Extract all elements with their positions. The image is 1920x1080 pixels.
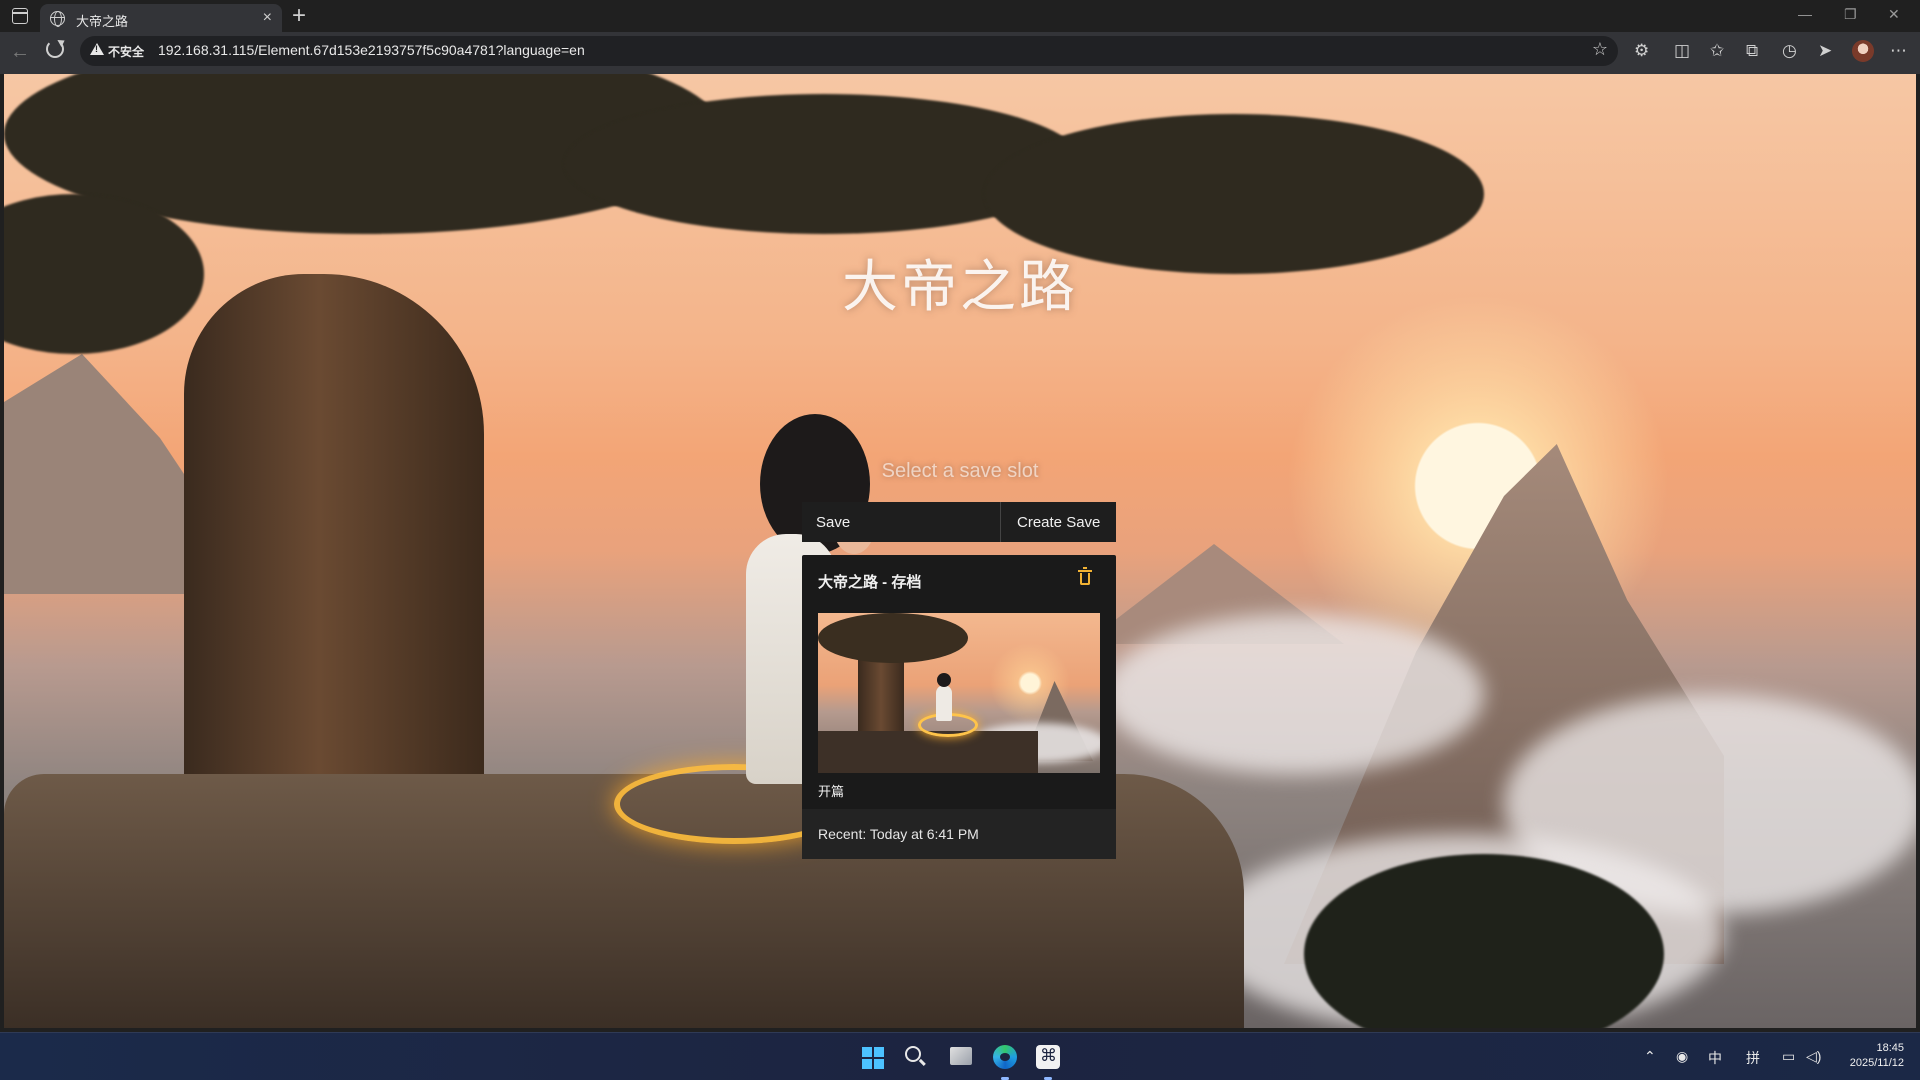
close-window-icon[interactable]: ✕ (1888, 6, 1900, 23)
more-icon[interactable]: ⋯ (1890, 41, 1907, 61)
minimize-icon[interactable]: — (1798, 6, 1812, 22)
game-title: 大帝之路 (4, 242, 1916, 323)
thumbnail-rock (818, 731, 1038, 773)
clock-date: 2025/11/12 (1840, 1056, 1904, 1071)
start-icon[interactable] (862, 1047, 884, 1069)
profile-avatar[interactable] (1852, 40, 1874, 62)
globe-icon (50, 11, 65, 26)
extensions-icon[interactable]: ⚙ (1634, 41, 1649, 61)
thumbnail-character (936, 685, 952, 721)
network-icon[interactable]: ▭ (1782, 1048, 1795, 1065)
clock[interactable]: 18:45 2025/11/12 (1840, 1041, 1904, 1071)
history-icon[interactable]: ◷ (1782, 41, 1797, 61)
browser-toolbar: ← 不安全 192.168.31.115/Element.67d153e2193… (0, 32, 1920, 74)
volume-icon[interactable]: ◁) (1806, 1048, 1821, 1065)
insecure-label[interactable]: 不安全 (108, 43, 144, 60)
clock-time: 18:45 (1840, 1041, 1904, 1056)
save-slot-card[interactable]: 大帝之路 - 存档 开篇 Recent: Today at 6:41 PM (802, 555, 1116, 859)
save-slot-footer: Recent: Today at 6:41 PM (802, 809, 1116, 859)
file-explorer-icon[interactable] (950, 1047, 972, 1065)
trash-icon[interactable] (1080, 573, 1090, 585)
share-icon[interactable]: ➤ (1818, 41, 1832, 61)
select-hint: Select a save slot (4, 460, 1916, 483)
edge-icon[interactable] (993, 1045, 1017, 1069)
create-save-button[interactable]: Create Save (1001, 502, 1116, 542)
reload-icon[interactable] (46, 40, 64, 58)
tab-actions-icon[interactable] (12, 8, 28, 24)
tab-strip: 大帝之路 × + — ❐ ✕ (0, 0, 1920, 32)
favorites-icon[interactable]: ✩ (1710, 41, 1724, 61)
browser-tab[interactable]: 大帝之路 × (40, 4, 282, 32)
thumbnail-canopy (818, 613, 968, 663)
steam-icon[interactable]: ◉ (1676, 1048, 1688, 1065)
ime-mode[interactable]: 拼 (1746, 1048, 1760, 1068)
restore-icon[interactable]: ❐ (1844, 6, 1857, 23)
recent-time: Recent: Today at 6:41 PM (818, 826, 979, 842)
warning-icon (90, 43, 104, 55)
taskbar: ⌃ ◉ 中 拼 ▭ ◁) 18:45 2025/11/12 (0, 1032, 1920, 1080)
save-thumbnail[interactable] (818, 613, 1100, 773)
split-screen-icon[interactable]: ◫ (1674, 41, 1690, 61)
back-icon[interactable]: ← (10, 41, 30, 64)
cloud (1104, 614, 1484, 774)
chapter-label: 开篇 (818, 781, 844, 800)
game-page: 大帝之路 Select a save slot Save Create Save… (4, 74, 1916, 1028)
save-slot-title: 大帝之路 - 存档 (818, 571, 921, 592)
address-bar[interactable]: 不安全 192.168.31.115/Element.67d153e219375… (80, 36, 1618, 66)
save-tabs: Save Create Save (802, 502, 1120, 542)
new-tab-button[interactable]: + (292, 2, 306, 30)
search-icon[interactable] (905, 1046, 921, 1062)
app-icon[interactable] (1036, 1045, 1060, 1069)
collections-icon[interactable]: ⧉ (1746, 41, 1758, 61)
ime-language[interactable]: 中 (1708, 1048, 1722, 1068)
favorite-star-icon[interactable]: ☆ (1592, 39, 1608, 60)
tab-title: 大帝之路 (76, 11, 128, 30)
url-text[interactable]: 192.168.31.115/Element.67d153e2193757f5c… (158, 42, 585, 58)
tray-chevron-icon[interactable]: ⌃ (1644, 1048, 1656, 1065)
tab-save[interactable]: Save (802, 502, 1001, 542)
tab-close-button[interactable]: × (263, 9, 272, 27)
